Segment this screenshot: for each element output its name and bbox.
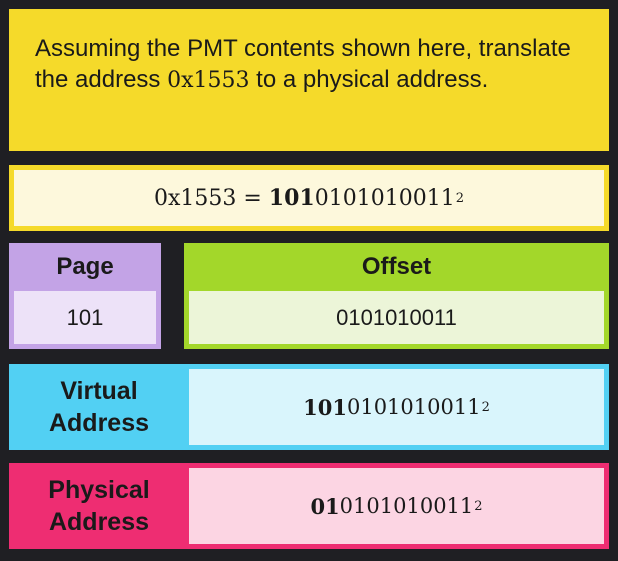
virtual-address-row: Virtual Address 101 0101010011 2 bbox=[9, 364, 609, 450]
virtual-label-line2: Address bbox=[48, 409, 150, 437]
physical-address-value: 01 0101010011 2 bbox=[189, 468, 604, 544]
virtual-base: 2 bbox=[481, 399, 490, 415]
offset-column: Offset 0101010011 bbox=[184, 243, 609, 349]
equation-lhs: 0x1553 = bbox=[153, 185, 269, 211]
equation-bold-bits: 101 bbox=[268, 185, 315, 211]
physical-label-line1: Physical bbox=[48, 476, 150, 504]
physical-address-row: Physical Address 01 0101010011 2 bbox=[9, 463, 609, 549]
virtual-address-label: Virtual Address bbox=[9, 364, 189, 450]
question-text-after: to a physical address. bbox=[249, 66, 489, 93]
physical-rest-bits: 0101010011 bbox=[339, 494, 474, 518]
page-value: 101 bbox=[14, 291, 156, 344]
question-address: 0x1553 bbox=[167, 68, 250, 93]
physical-bold-bits: 01 bbox=[310, 493, 340, 519]
virtual-bold-bits: 101 bbox=[303, 394, 347, 420]
physical-base: 2 bbox=[474, 498, 483, 514]
equation-content: 0x1553 = 101 0101010011 2 bbox=[14, 170, 604, 226]
offset-value: 0101010011 bbox=[189, 291, 604, 344]
equation-base: 2 bbox=[455, 190, 464, 206]
page-column: Page 101 bbox=[9, 243, 161, 349]
question-box: Assuming the PMT contents shown here, tr… bbox=[9, 9, 609, 151]
equation-box: 0x1553 = 101 0101010011 2 bbox=[9, 165, 609, 231]
virtual-rest-bits: 0101010011 bbox=[346, 395, 481, 419]
page-header: Page bbox=[56, 253, 114, 280]
equation-rest-bits: 0101010011 bbox=[314, 185, 455, 211]
virtual-address-value: 101 0101010011 2 bbox=[189, 369, 604, 445]
virtual-label-line1: Virtual bbox=[60, 377, 138, 405]
offset-header: Offset bbox=[361, 253, 432, 280]
physical-address-label: Physical Address bbox=[9, 463, 189, 549]
physical-label-line2: Address bbox=[48, 508, 150, 536]
